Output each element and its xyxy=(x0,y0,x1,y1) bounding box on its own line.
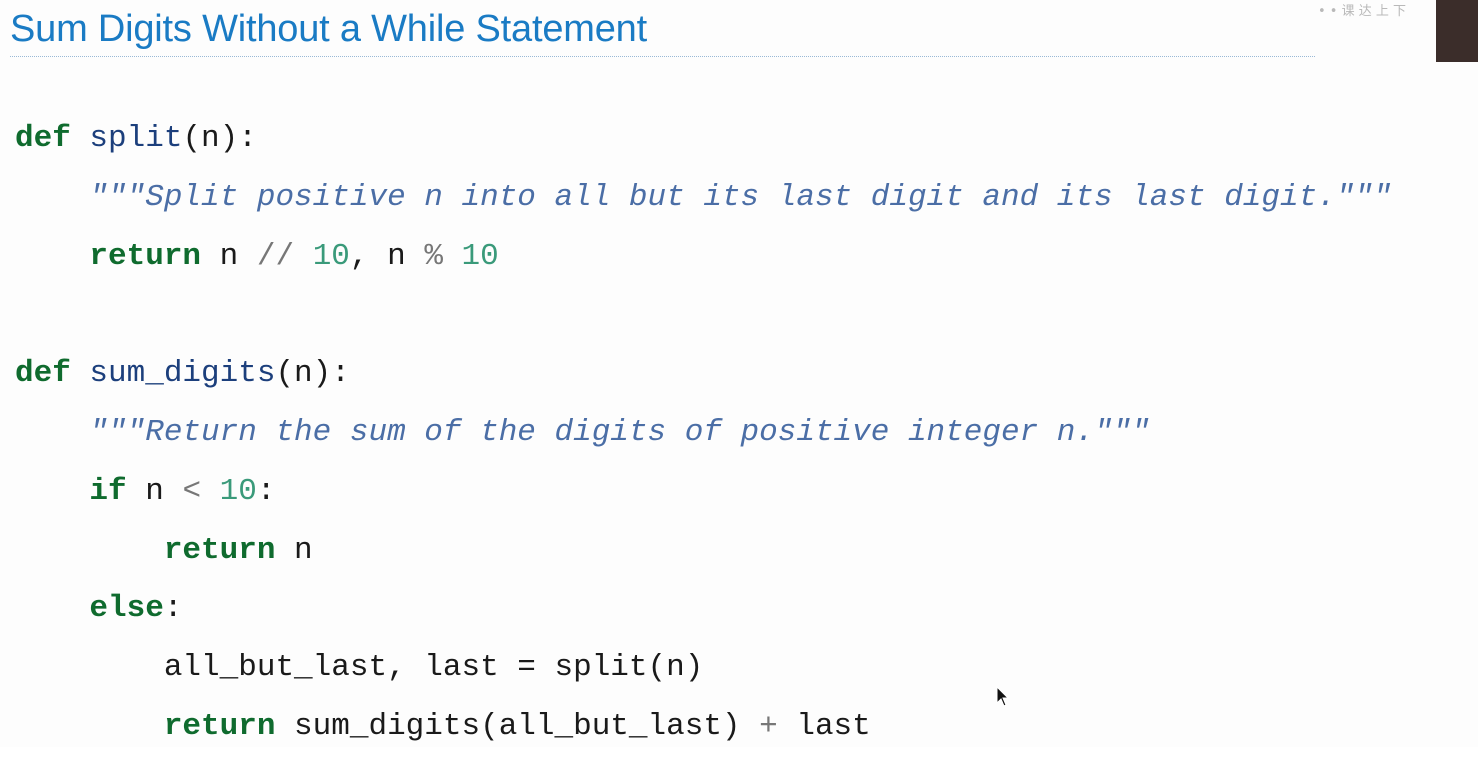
number-literal: 10 xyxy=(219,473,257,509)
title-divider xyxy=(10,56,1315,57)
code-text: last xyxy=(777,708,871,744)
number-literal: 10 xyxy=(312,238,350,274)
code-line-docstring-sum-digits: """Return the sum of the digits of posit… xyxy=(15,404,1392,463)
number-literal: 10 xyxy=(461,238,499,274)
code-text: all_but_last, last = split(n) xyxy=(163,650,704,686)
code-text: n xyxy=(201,238,257,274)
webcam-overlay xyxy=(1436,0,1478,62)
code-line-def-split: def split(n): xyxy=(15,110,1392,169)
code-text: n xyxy=(126,473,183,509)
code-line-else: else: xyxy=(15,580,1392,639)
keyword-else: else xyxy=(89,591,164,627)
code-text: (n): xyxy=(182,121,257,156)
code-text: : xyxy=(256,473,276,509)
slide-title: Sum Digits Without a While Statement xyxy=(10,8,647,50)
code-line-docstring-split: """Split positive n into all but its las… xyxy=(15,169,1392,228)
mouse-pointer-icon xyxy=(996,686,1010,707)
keyword-def: def xyxy=(15,121,71,156)
keyword-return: return xyxy=(163,532,276,568)
function-name: sum_digits xyxy=(89,356,276,392)
docstring: """Return the sum of the digits of posit… xyxy=(89,414,1150,450)
docstring: """Split positive n into all but its las… xyxy=(89,179,1392,215)
slide: Sum Digits Without a While Statement • •… xyxy=(0,0,1478,747)
code-line-return-recursive: return sum_digits(all_but_last) + last xyxy=(15,698,1392,757)
code-text: : xyxy=(163,591,183,627)
code-text: sum_digits(all_but_last) xyxy=(275,708,760,744)
function-name: split xyxy=(89,121,183,156)
keyword-if: if xyxy=(89,473,127,509)
code-text: n xyxy=(275,532,313,568)
code-line-split-call: all_but_last, last = split(n) xyxy=(15,639,1392,698)
code-text: , n xyxy=(349,238,425,274)
code-line-return-split: return n // 10, n % 10 xyxy=(15,228,1392,287)
operator: + xyxy=(759,708,778,744)
operator: < xyxy=(182,473,202,509)
code-line-return-n: return n xyxy=(15,522,1392,581)
keyword-def: def xyxy=(15,356,71,392)
operator: // xyxy=(256,238,295,274)
code-block: def split(n): """Split positive n into a… xyxy=(15,110,1392,757)
video-watermark: • • 课 达 上 下 xyxy=(1318,4,1406,18)
operator: % xyxy=(424,238,443,274)
keyword-return: return xyxy=(163,708,276,744)
keyword-return: return xyxy=(89,238,202,274)
code-text: (n): xyxy=(275,356,350,392)
code-line-if: if n < 10: xyxy=(15,463,1392,522)
code-line-def-sum-digits: def sum_digits(n): xyxy=(15,345,1392,404)
